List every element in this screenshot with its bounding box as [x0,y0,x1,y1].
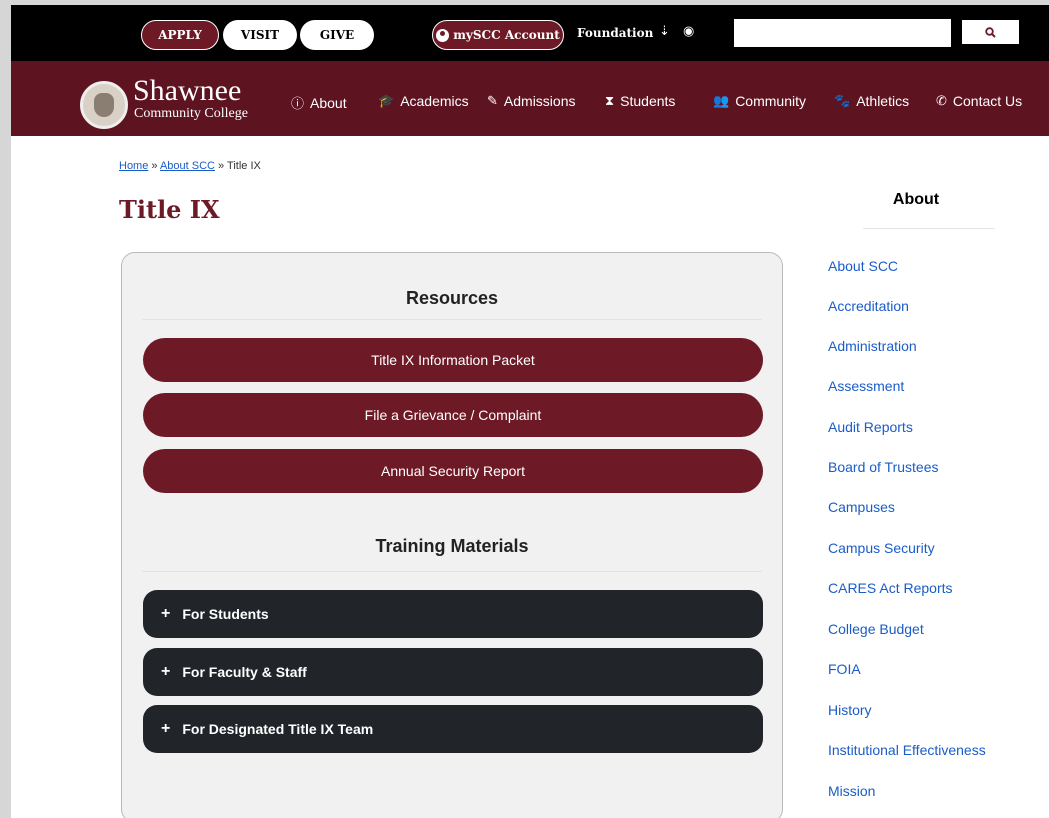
breadcrumb-separator: » [215,160,228,172]
nav-community-label: Community [735,93,806,109]
plus-icon: + [161,663,171,680]
nav-contact[interactable]: ✆ Contact Us [936,93,1022,109]
nav-admissions-label: Admissions [503,93,576,109]
myscc-account-label: mySCC Account [453,28,560,42]
search-icon [985,26,996,38]
college-seal-logo[interactable] [80,81,128,129]
logo-name[interactable]: Shawnee [133,75,241,107]
resources-heading: Resources [405,288,499,308]
sidebar-link-assessment[interactable]: Assessment [828,378,904,394]
nav-about[interactable]: ⓘ About [291,93,347,112]
nav-athletics-label: Athletics [856,93,910,109]
myscc-account-button[interactable]: mySCC Account [432,20,564,50]
utility-bar: APPLY VISIT GIVE mySCC Account Foundatio… [11,5,1049,61]
nav-academics-label: Academics [400,93,469,109]
divider [142,319,762,320]
user-circle-icon [436,28,450,42]
page: APPLY VISIT GIVE mySCC Account Foundatio… [11,5,1049,818]
accordion-label: For Students [182,606,269,622]
sidebar-link-accreditation[interactable]: Accreditation [828,298,909,314]
search-input[interactable] [734,19,951,47]
nav-athletics[interactable]: 🐾 Athletics [834,93,909,109]
sidebar-link-about-scc[interactable]: About SCC [828,258,898,274]
sidebar-link-history[interactable]: History [828,702,872,718]
graduation-cap-icon: 🎓 [378,93,395,108]
paw-icon: 🐾 [834,93,851,108]
users-icon: 👥 [713,93,730,108]
sidebar-link-cares-act-reports[interactable]: CARES Act Reports [828,580,953,596]
breadcrumb-about[interactable]: About SCC [160,160,215,172]
nav-community[interactable]: 👥 Community [713,93,806,109]
accordion-for-title-ix-team[interactable]: + For Designated Title IX Team [143,705,763,753]
search-button[interactable] [962,20,1019,44]
accordion-label: For Designated Title IX Team [182,721,374,737]
apply-button[interactable]: APPLY [141,20,219,50]
main-nav: Shawnee Community College ⓘ About 🎓 Acad… [11,61,1049,136]
foundation-link[interactable]: Foundation [577,26,653,40]
sidebar-link-board-of-trustees[interactable]: Board of Trustees [828,459,939,475]
hourglass-icon: ⧗ [605,93,615,108]
give-button[interactable]: GIVE [300,20,374,50]
sidebar-link-administration[interactable]: Administration [828,338,917,354]
breadcrumb: Home » About SCC » Title IX [119,160,261,172]
plus-icon: + [161,720,171,737]
breadcrumb-home[interactable]: Home [119,160,148,172]
podcast-icon[interactable]: ◉ [683,24,694,39]
breadcrumb-current: Title IX [227,160,261,172]
sidebar-link-college-budget[interactable]: College Budget [828,621,924,637]
file-grievance-button[interactable]: File a Grievance / Complaint [143,393,763,437]
sort-icon[interactable]: ⇣ [659,24,670,39]
breadcrumb-separator: » [148,160,160,172]
plus-icon: + [161,605,171,622]
nav-contact-label: Contact Us [952,93,1023,109]
sidebar-link-foia[interactable]: FOIA [828,661,861,677]
nav-students[interactable]: ⧗ Students [605,93,675,109]
sidebar-title: About [892,191,940,208]
nav-academics[interactable]: 🎓 Academics [378,93,469,109]
sidebar-link-campus-security[interactable]: Campus Security [828,540,935,556]
nav-admissions[interactable]: ✎ Admissions [487,93,576,109]
sidebar-link-campuses[interactable]: Campuses [828,499,895,515]
sidebar-link-institutional-effectiveness[interactable]: Institutional Effectiveness [828,742,986,758]
nav-about-label: About [310,94,347,111]
logo-subtitle[interactable]: Community College [134,106,248,122]
accordion-for-faculty-staff[interactable]: + For Faculty & Staff [143,648,763,696]
accordion-for-students[interactable]: + For Students [143,590,763,638]
phone-icon: ✆ [936,93,947,108]
annual-security-report-button[interactable]: Annual Security Report [143,449,763,493]
training-heading: Training Materials [375,536,529,556]
title-ix-packet-button[interactable]: Title IX Information Packet [143,338,763,382]
page-title: Title IX [119,195,220,224]
nav-students-label: Students [620,93,676,109]
sidebar-link-audit-reports[interactable]: Audit Reports [828,419,913,435]
info-circle-icon: ⓘ [291,96,305,111]
divider [142,571,762,572]
sidebar-link-mission[interactable]: Mission [828,783,875,799]
accordion-label: For Faculty & Staff [182,664,307,680]
visit-button[interactable]: VISIT [223,20,297,50]
resources-card: Resources Title IX Information Packet Fi… [121,252,783,818]
sidebar-divider [863,228,995,229]
pencil-icon: ✎ [487,93,498,108]
